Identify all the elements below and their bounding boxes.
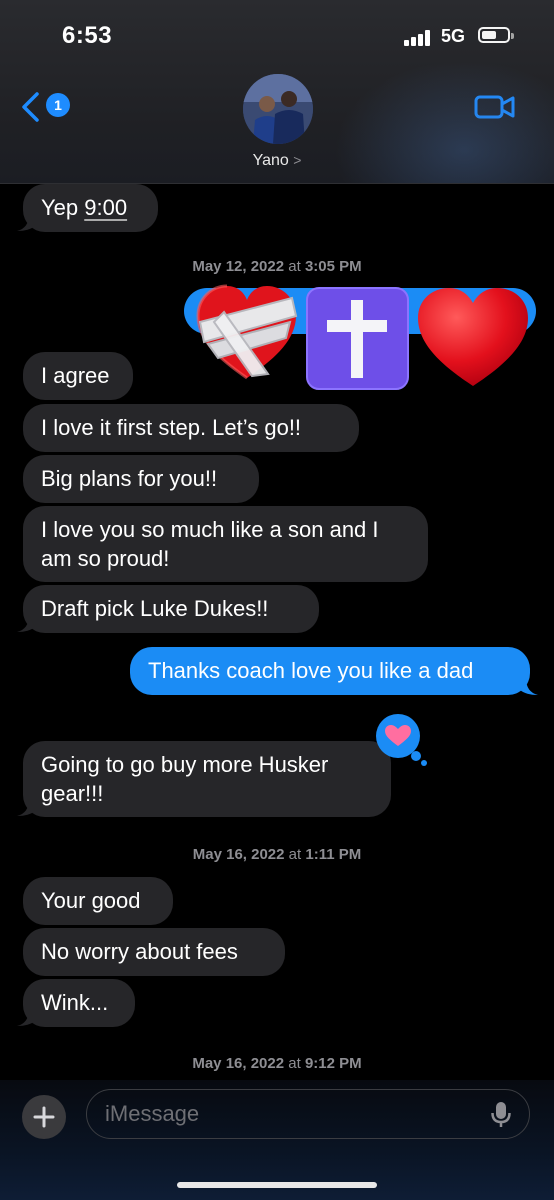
message-bubble[interactable]: Draft pick Luke Dukes!!: [23, 585, 319, 633]
red-heart-emoji: [418, 288, 528, 386]
video-call-button[interactable]: [474, 92, 516, 122]
heart-icon: [376, 714, 427, 766]
message-bubble[interactable]: No worry about fees: [23, 928, 285, 976]
apps-button[interactable]: [22, 1095, 66, 1139]
bubble-tail: [520, 678, 538, 695]
message-bubble[interactable]: Going to go buy more Husker gear!!!: [23, 741, 391, 817]
timestamp: May 16, 2022 at 1:11 PM: [192, 846, 362, 863]
timestamp: May 16, 2022 at 9:12 PM: [192, 1055, 362, 1072]
video-camera-icon: [474, 95, 515, 119]
microphone-icon: [491, 1102, 511, 1127]
bubble-tail: [17, 1009, 35, 1026]
network-type: 5G: [441, 26, 466, 46]
message-bubble[interactable]: Yep 9:00: [23, 184, 158, 232]
back-button[interactable]: 1: [20, 90, 70, 126]
message-bubble[interactable]: Wink...: [23, 979, 135, 1027]
latin-cross-emoji: [306, 287, 409, 390]
timestamp: May 12, 2022 at 3:05 PM: [192, 258, 362, 275]
mending-heart-emoji: [196, 284, 298, 380]
chevron-left-icon: [22, 92, 39, 122]
time-link[interactable]: 9:00: [84, 195, 127, 220]
message-bubble[interactable]: Thanks coach love you like a dad: [130, 647, 530, 695]
unread-badge: 1: [46, 93, 70, 117]
bubble-tail: [17, 615, 35, 632]
plus-icon: [33, 1106, 55, 1128]
message-bubble[interactable]: I agree: [23, 352, 133, 400]
tapback-heart[interactable]: [372, 712, 432, 768]
conversation-header: 6:53 5G 1 Yano >: [0, 0, 554, 184]
contact-avatar[interactable]: [243, 74, 313, 144]
chevron-right-icon: >: [293, 152, 302, 168]
bubble-tail: [17, 799, 35, 816]
message-bubble[interactable]: Your good: [23, 877, 173, 925]
status-time: 6:53: [62, 22, 113, 49]
message-bubble[interactable]: Big plans for you!!: [23, 455, 259, 503]
bubble-tail: [17, 214, 35, 231]
battery-icon: [478, 27, 514, 43]
signal-icon: [404, 30, 434, 46]
home-indicator[interactable]: [177, 1182, 377, 1188]
dictation-button[interactable]: [491, 1101, 511, 1129]
message-bubble[interactable]: I love it first step. Let’s go!!: [23, 404, 359, 452]
contact-name[interactable]: Yano >: [0, 152, 554, 170]
message-bubble[interactable]: I love you so much like a son and I am s…: [23, 506, 428, 582]
avatar-photo: [243, 74, 313, 144]
message-input[interactable]: [86, 1089, 530, 1139]
